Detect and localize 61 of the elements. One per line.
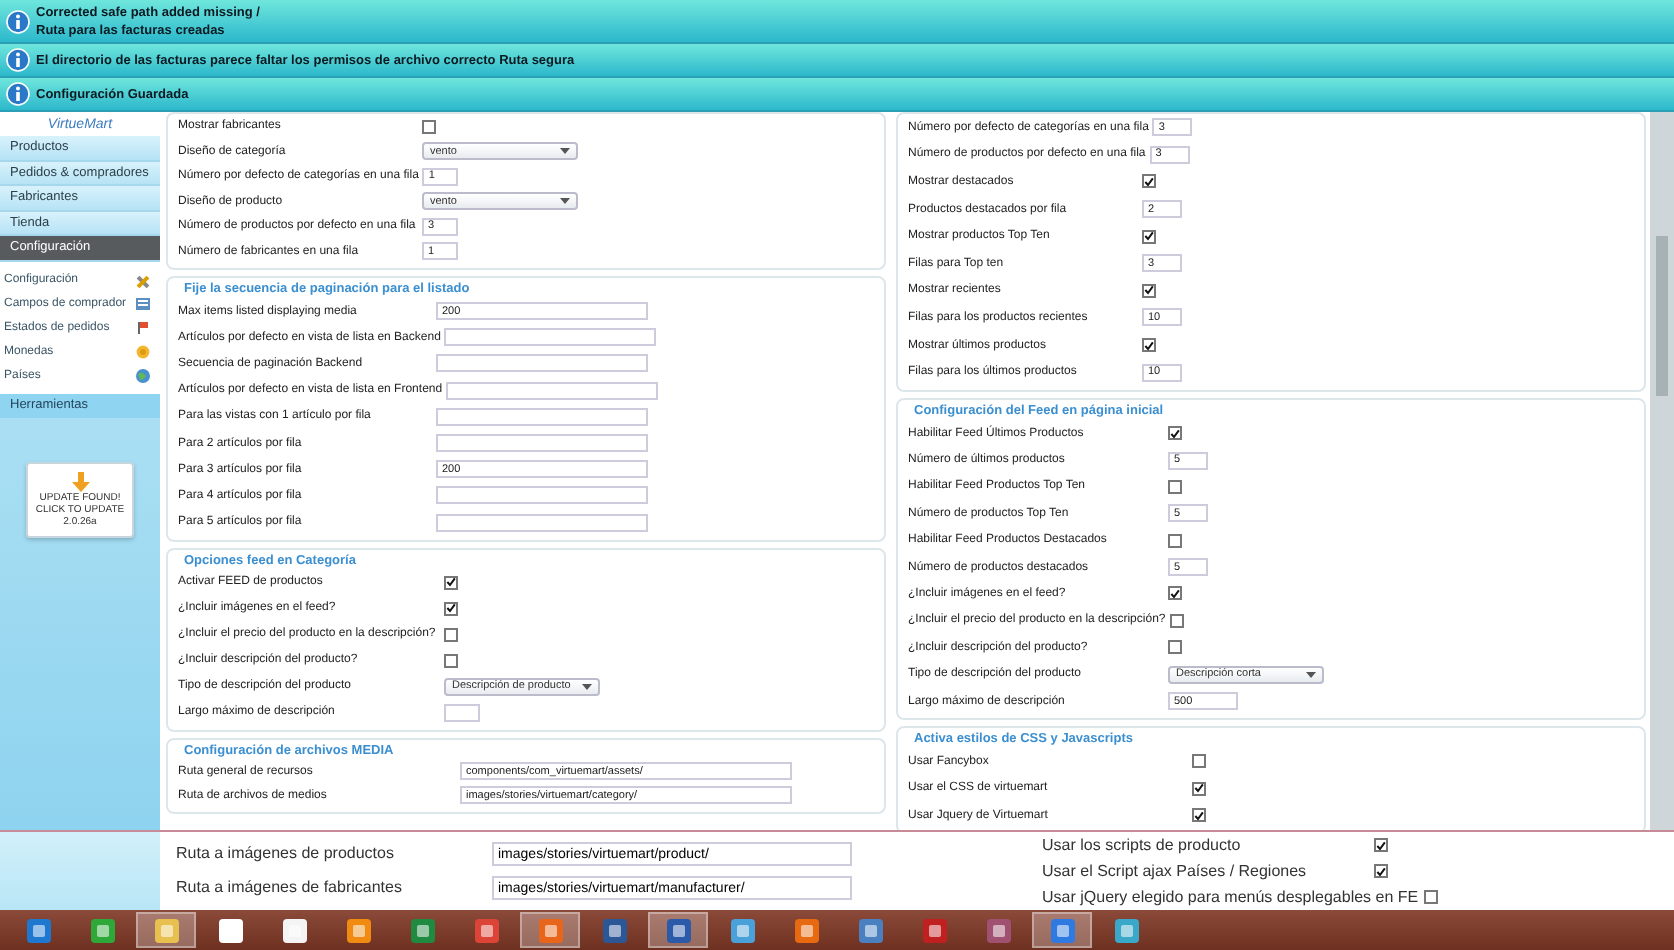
checkbox[interactable] <box>1192 781 1206 796</box>
coins-icon <box>134 341 152 361</box>
checkbox[interactable] <box>444 653 458 668</box>
field-label: Usar jQuery elegido para menús desplegables en FE <box>1042 887 1419 907</box>
app-icon[interactable] <box>729 917 755 943</box>
info-icon <box>6 48 30 72</box>
checkbox[interactable] <box>444 575 458 590</box>
checkbox[interactable] <box>1142 229 1156 244</box>
app-icon[interactable] <box>601 917 627 943</box>
caret-icon <box>560 148 570 155</box>
app-icon[interactable] <box>1113 917 1139 943</box>
text-field[interactable] <box>436 486 648 505</box>
text-field[interactable] <box>436 407 648 426</box>
checkbox[interactable] <box>1142 338 1156 353</box>
checkbox[interactable] <box>1192 754 1206 769</box>
checkbox[interactable] <box>1424 890 1439 904</box>
app-icon[interactable] <box>345 917 371 943</box>
caret-icon <box>582 683 592 690</box>
checkbox[interactable] <box>1168 586 1182 601</box>
checkbox[interactable] <box>1192 808 1206 823</box>
text-field[interactable] <box>436 434 648 453</box>
checkbox[interactable] <box>1142 283 1156 298</box>
app-icon[interactable] <box>217 917 243 943</box>
checkbox[interactable] <box>1168 426 1182 441</box>
checkbox[interactable] <box>422 119 436 134</box>
checkbox[interactable] <box>1168 640 1182 655</box>
field-label: Ruta a imágenes de fabricantes <box>176 878 404 898</box>
text-field[interactable] <box>436 513 648 532</box>
checkbox[interactable] <box>1374 838 1388 852</box>
app-icon[interactable] <box>473 917 499 943</box>
download-icon <box>71 471 89 491</box>
text-field[interactable] <box>444 703 480 722</box>
checkbox[interactable] <box>1142 174 1156 189</box>
checkbox[interactable] <box>1168 479 1182 494</box>
field-label: Ruta a imágenes de productos <box>176 844 396 864</box>
app-icon[interactable] <box>985 917 1011 943</box>
checkbox[interactable] <box>1168 533 1182 548</box>
checkbox[interactable] <box>444 627 458 642</box>
scrollbar[interactable] <box>1650 112 1674 830</box>
globe-icon <box>134 365 152 385</box>
app-icon[interactable] <box>857 917 883 943</box>
field-label: Usar el Script ajax Países / Regiones <box>1042 861 1309 881</box>
checkbox[interactable] <box>1374 864 1388 878</box>
text-field[interactable] <box>446 381 659 400</box>
checkbox[interactable] <box>444 601 458 616</box>
field-label: Usar los scripts de producto <box>1042 835 1243 855</box>
checkbox[interactable] <box>1169 613 1184 628</box>
app-icon[interactable] <box>89 917 115 943</box>
info-icon <box>6 82 30 106</box>
caret-icon <box>560 198 570 205</box>
app-icon[interactable] <box>921 917 947 943</box>
form-icon <box>134 293 152 313</box>
app-icon[interactable] <box>793 917 819 943</box>
caret-icon <box>1306 671 1316 678</box>
text-field[interactable] <box>436 354 648 373</box>
app-icon[interactable] <box>25 917 51 943</box>
flag-icon <box>134 317 152 337</box>
text-field[interactable] <box>444 328 657 347</box>
app-icon[interactable] <box>409 917 435 943</box>
info-icon <box>6 9 30 33</box>
app-icon[interactable] <box>281 917 307 943</box>
